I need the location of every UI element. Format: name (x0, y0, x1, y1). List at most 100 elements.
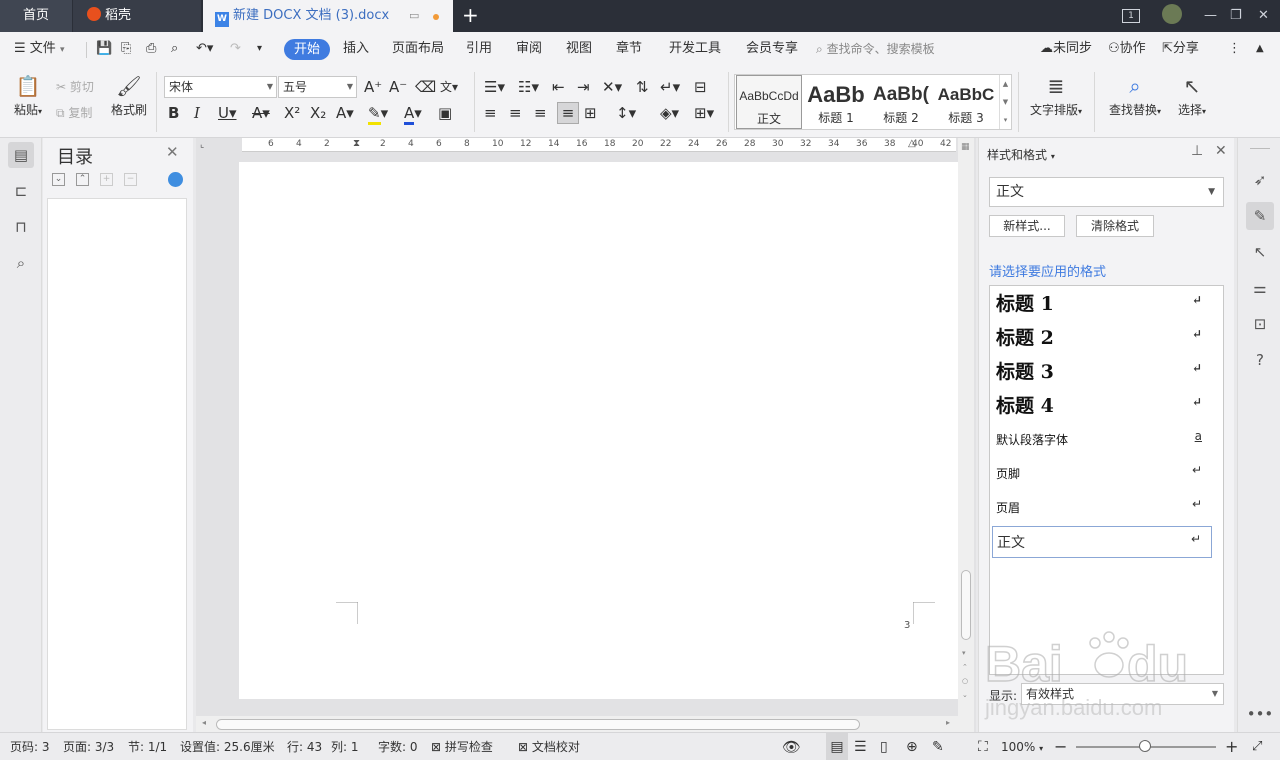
tab-home-ribbon[interactable]: 开始 (284, 39, 331, 60)
remove-heading-icon[interactable]: − (124, 173, 137, 186)
tab-insert[interactable]: 插入 (343, 32, 369, 66)
search-icon[interactable]: ⌕ (8, 250, 34, 276)
redo-icon[interactable]: ↷ (230, 32, 241, 66)
style-item-heading-4[interactable]: 标题 4 ↵ (992, 390, 1212, 422)
status-pages[interactable]: 页面: 3/3 (63, 733, 114, 760)
tab-section[interactable]: 章节 (616, 32, 642, 66)
scroll-right-icon[interactable]: ▸ (946, 718, 950, 727)
quick-access-more-icon[interactable]: ▾ (257, 32, 262, 66)
file-menu[interactable]: ☰ 文件 ▾ (14, 32, 64, 66)
text-effect-icon[interactable]: A▾ (336, 103, 354, 123)
bookmark-icon[interactable]: ⊓ (8, 214, 34, 240)
zoom-out-icon[interactable]: − (1054, 733, 1067, 760)
close-icon[interactable]: ✕ (1215, 143, 1227, 159)
align-justify-icon[interactable]: ≡ (557, 102, 579, 124)
tab-member[interactable]: 会员专享 (746, 32, 798, 66)
indent-marker-icon[interactable]: ⧗ (353, 138, 360, 149)
styles-panel-title[interactable]: 样式和格式 ▾ (987, 146, 1055, 163)
print-preview-icon[interactable]: ⌕ (171, 32, 178, 66)
minimize-icon[interactable]: — (1204, 0, 1217, 32)
font-color-icon[interactable]: A▾ (404, 103, 422, 125)
print-icon[interactable]: ⎙ (146, 32, 156, 66)
line-spacing-icon[interactable]: ↕▾ (616, 103, 636, 123)
vertical-scroll-thumb[interactable] (961, 570, 971, 640)
pin-icon[interactable]: ⊥ (1191, 143, 1203, 159)
styles-scroll[interactable]: ▲ ▼ ▾ (999, 75, 1011, 129)
status-setting[interactable]: 设置值: 25.6厘米 (180, 733, 275, 760)
toc-panel-icon[interactable]: ▤ (8, 142, 34, 168)
status-word-count[interactable]: 字数: 0 (378, 733, 418, 760)
page-nav-buttons[interactable]: ▾ ⌃ ○ ⌄ (962, 646, 968, 702)
scroll-left-icon[interactable]: ◂ (202, 718, 206, 727)
clear-format-button[interactable]: 清除格式 (1076, 215, 1154, 237)
style-item-heading-1[interactable]: 标题 1 ↵ (992, 288, 1212, 320)
new-tab-plus-icon[interactable]: + (462, 0, 479, 30)
more-menu-icon[interactable]: ⋮ (1228, 32, 1241, 66)
superscript-icon[interactable]: X² (284, 103, 300, 123)
monitor-icon[interactable]: ▭ (409, 0, 419, 32)
horizontal-scrollbar[interactable]: ◂ ▸ (196, 716, 958, 732)
zoom-level[interactable]: 100% ▾ (1001, 733, 1043, 760)
grow-font-icon[interactable]: A⁺ (364, 77, 382, 97)
tab-stop-icon[interactable]: ⌞ (200, 140, 204, 150)
align-left-icon[interactable]: ≡ (484, 103, 497, 123)
style-item-header[interactable]: 页眉 ↵ (992, 492, 1212, 524)
italic-icon[interactable]: I (194, 103, 200, 123)
page-view-icon[interactable]: ▤ (826, 733, 848, 760)
collab-button[interactable]: ⚇协作 (1108, 32, 1146, 66)
reading-view-icon[interactable]: ▯ (880, 733, 888, 760)
decrease-indent-icon[interactable]: ⇤ (552, 77, 565, 97)
shrink-font-icon[interactable]: A⁻ (389, 77, 407, 97)
fullscreen-icon[interactable]: ⤢ (1252, 733, 1262, 760)
backup-box-icon[interactable]: ⊡ (1246, 310, 1274, 338)
underline-icon[interactable]: U▾ (218, 103, 237, 123)
tab-review[interactable]: 审阅 (516, 32, 542, 66)
fit-page-icon[interactable]: ⛶ (978, 733, 988, 760)
increase-indent-icon[interactable]: ⇥ (577, 77, 590, 97)
sort-icon[interactable]: ⇅ (636, 77, 649, 97)
sync-button[interactable]: ☁未同步 (1040, 32, 1092, 66)
outline-view-icon[interactable]: ☰ (854, 733, 867, 760)
style-item-default-font[interactable]: 默认段落字体 a (992, 424, 1212, 456)
avatar[interactable] (1162, 0, 1182, 32)
collapse-ribbon-icon[interactable]: ▲ (1256, 32, 1264, 66)
style-heading-1[interactable]: AaBb 标题 1 (803, 75, 869, 129)
style-normal[interactable]: AaBbCcDd 正文 (736, 75, 802, 129)
select-cursor-icon[interactable]: ↖ (1246, 238, 1274, 266)
find-replace-button[interactable]: ⌕ 查找替换▾ (1104, 74, 1166, 118)
web-view-icon[interactable]: ⊕ (906, 733, 918, 760)
tab-document[interactable]: W 新建 DOCX 文档 (3).docx ▭ (203, 0, 453, 32)
right-indent-marker-icon[interactable]: △ (908, 138, 916, 149)
add-heading-icon[interactable]: + (100, 173, 113, 186)
command-search[interactable]: ⌕ 查找命令、搜索模板 (816, 38, 956, 60)
show-hide-marks-icon[interactable]: ↵▾ (660, 77, 680, 97)
tab-view[interactable]: 视图 (566, 32, 592, 66)
status-section[interactable]: 节: 1/1 (128, 733, 167, 760)
navigation-icon[interactable]: ⊏ (8, 178, 34, 204)
highlight-icon[interactable]: ✎▾ (368, 103, 388, 125)
style-heading-2[interactable]: AaBb(标题 2 (868, 75, 934, 129)
tab-home[interactable]: 首页 (0, 0, 72, 32)
vertical-scrollbar[interactable]: ▦ ▾ ⌃ ○ ⌄ (958, 138, 974, 732)
style-item-heading-3[interactable]: 标题 3 ↵ (992, 356, 1212, 388)
style-heading-3[interactable]: AaBbC 标题 3 (933, 75, 999, 129)
property-sliders-icon[interactable]: ⚌ (1246, 274, 1274, 302)
cut-button[interactable]: ✂ 剪切 (56, 78, 94, 95)
close-window-icon[interactable]: ✕ (1258, 0, 1269, 32)
zoom-in-icon[interactable]: + (1225, 733, 1238, 760)
eye-protection-icon[interactable]: 👁 (782, 733, 801, 760)
numbering-icon[interactable]: ☷▾ (518, 77, 539, 97)
style-item-footer[interactable]: 页脚 ↵ (992, 458, 1212, 490)
window-switch-icon[interactable]: 1 (1122, 0, 1140, 32)
horizontal-ruler[interactable]: ⌞ 6 4 2 2 4 6 8 10 12 14 16 18 20 22 24 26 28 30 32 34 36 38 4… (196, 138, 956, 154)
collapse-all-icon[interactable]: ⌃ (76, 173, 89, 186)
write-mode-icon[interactable]: ✎ (932, 733, 944, 760)
align-right-icon[interactable]: ≡ (534, 103, 547, 123)
spellcheck-button[interactable]: ⊠ 拼写检查 (431, 733, 493, 760)
close-icon[interactable]: ✕ (166, 143, 179, 161)
rocket-icon[interactable]: ➶ (1246, 166, 1274, 194)
status-page[interactable]: 页码: 3 (10, 733, 50, 760)
help-icon[interactable]: ? (1246, 346, 1274, 374)
expand-all-icon[interactable]: ⌄ (52, 173, 65, 186)
style-item-normal[interactable]: 正文 ↵ (992, 526, 1212, 558)
